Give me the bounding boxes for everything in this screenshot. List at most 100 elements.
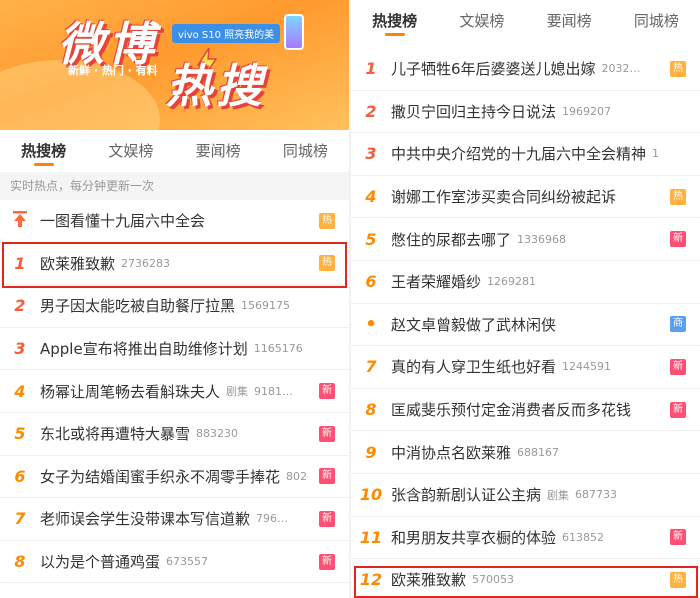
item-meta: 王者荣耀婚纱 1269281: [391, 271, 536, 292]
item-title[interactable]: 欧莱雅致歉: [391, 569, 466, 590]
rank-number: 7: [365, 357, 377, 377]
item-meta: 张含韵新剧认证公主病 剧集 687733: [391, 484, 617, 505]
hot-search-item[interactable]: 7 真的有人穿卫生纸也好看 1244591 新: [351, 346, 700, 389]
new-badge: 新: [319, 425, 335, 442]
item-meta: 和男朋友共享衣橱的体验 613852: [391, 527, 604, 548]
hot-search-item[interactable]: 2 男子因太能吃被自助餐厅拉黑 1569175: [0, 285, 349, 328]
item-heat-count: 2736283: [121, 256, 171, 270]
item-heat-count: 8024…: [286, 469, 308, 483]
rank-number: 2: [14, 296, 26, 316]
item-title[interactable]: Apple宣布将推出自助维修计划: [40, 338, 248, 359]
item-title[interactable]: 谢娜工作室涉买卖合同纠纷被起诉: [391, 186, 616, 207]
item-title[interactable]: 撒贝宁回归主持今日说法: [391, 101, 556, 122]
item-heat-count: 883230: [196, 427, 239, 441]
item-title[interactable]: 中消协点名欧莱雅: [391, 442, 511, 463]
tab-entertainment[interactable]: 文娱榜: [438, 0, 525, 42]
hot-badge: 热: [670, 188, 686, 205]
hot-search-list: 1 儿子牺牲6年后婆婆送儿媳出嫁 2032… 热 2 撒贝宁回归主持今日说法 1969207…: [351, 48, 700, 598]
hot-search-item[interactable]: 10 张含韵新剧认证公主病 剧集 687733: [351, 474, 700, 517]
hot-search-item[interactable]: 2 撒贝宁回归主持今日说法 1969207: [351, 91, 700, 134]
hot-search-item[interactable]: 5 东北或将再遭特大暴雪 883230 新: [0, 413, 349, 456]
item-heat-count: 688167: [517, 445, 560, 459]
rank-number: 9: [365, 442, 377, 462]
item-title[interactable]: 以为是个普通鸡蛋: [40, 551, 160, 572]
tab-hot-search[interactable]: 热搜榜: [0, 130, 87, 172]
new-badge: 新: [319, 510, 335, 527]
item-title[interactable]: 和男朋友共享衣橱的体验: [391, 527, 556, 548]
tab-bar: 热搜榜 文娱榜 要闻榜 同城榜: [0, 130, 349, 172]
item-meta: 儿子牺牲6年后婆婆送儿媳出嫁 2032…: [391, 58, 641, 79]
hot-search-item[interactable]: 1 欧莱雅致歉 2736283 热: [0, 243, 349, 286]
right-hot-search-panel: 热搜榜 文娱榜 要闻榜 同城榜 1 儿子牺牲6年后婆婆送儿媳出嫁 2032… 热 2 撒贝…: [351, 0, 700, 598]
item-title[interactable]: 东北或将再遭特大暴雪: [40, 423, 190, 444]
item-meta: 老师误会学生没带课本写信道歉 796…: [40, 508, 288, 529]
item-meta: 赵文卓曾毅做了武林闲侠: [391, 314, 556, 335]
hot-search-item[interactable]: 6 女子为结婚闺蜜手织永不凋零手捧花 8024… 新: [0, 456, 349, 499]
new-badge: 新: [670, 231, 686, 248]
item-meta: 男子因太能吃被自助餐厅拉黑 1569175: [40, 295, 290, 316]
hot-search-item[interactable]: 4 杨幂让周笔畅去看斛珠夫人 剧集 9181… 新: [0, 370, 349, 413]
item-title[interactable]: 老师误会学生没带课本写信道歉: [40, 508, 250, 529]
rank-number: 2: [365, 101, 377, 121]
hot-search-item[interactable]: • 赵文卓曾毅做了武林闲侠 商: [351, 304, 700, 347]
item-title[interactable]: 一图看懂十九届六中全会: [40, 210, 205, 231]
item-title[interactable]: 欧莱雅致歉: [40, 253, 115, 274]
new-badge: 新: [670, 529, 686, 546]
item-title[interactable]: 王者荣耀婚纱: [391, 271, 481, 292]
hot-badge: 热: [319, 255, 335, 272]
hot-search-item[interactable]: 8 以为是个普通鸡蛋 673557 新: [0, 541, 349, 584]
item-category: 剧集: [226, 385, 249, 399]
hot-search-item[interactable]: 4 谢娜工作室涉买卖合同纠纷被起诉 热: [351, 176, 700, 219]
phone-ad-icon: [284, 14, 304, 50]
tab-news[interactable]: 要闻榜: [526, 0, 613, 42]
tab-entertainment[interactable]: 文娱榜: [87, 130, 174, 172]
item-heat-count: 1569175: [241, 299, 291, 313]
item-heat-count: 673557: [166, 555, 209, 569]
item-heat-count: 1244591: [562, 360, 612, 374]
sponsor-ad-label[interactable]: vivo S10 照亮我的美: [172, 24, 281, 43]
hot-search-item[interactable]: 9 中消协点名欧莱雅 688167: [351, 431, 700, 474]
item-title[interactable]: 女子为结婚闺蜜手织永不凋零手捧花: [40, 466, 280, 487]
item-heat-count: 1336968: [517, 232, 567, 246]
item-title[interactable]: 杨幂让周笔畅去看斛珠夫人: [40, 381, 220, 402]
tab-local[interactable]: 同城榜: [613, 0, 700, 42]
item-title[interactable]: 匡威斐乐预付定金消费者反而多花钱: [391, 399, 631, 420]
tab-hot-search[interactable]: 热搜榜: [351, 0, 438, 42]
rank-number: 3: [365, 144, 377, 164]
hot-search-item[interactable]: 5 憋住的尿都去哪了 1336968 新: [351, 218, 700, 261]
hot-search-item[interactable]: 3 Apple宣布将推出自助维修计划 1165176: [0, 328, 349, 371]
item-title[interactable]: 赵文卓曾毅做了武林闲侠: [391, 314, 556, 335]
item-heat-count: 1969207: [562, 104, 612, 118]
rank-number: 8: [365, 400, 377, 420]
rank-number: 6: [365, 272, 377, 292]
hot-search-list: 一图看懂十九届六中全会热 1 欧莱雅致歉 2736283 热 2 男子因太能吃被自助餐厅拉黑…: [0, 200, 349, 584]
item-meta: 东北或将再遭特大暴雪 883230: [40, 423, 238, 444]
item-title[interactable]: 真的有人穿卫生纸也好看: [391, 356, 556, 377]
rank-number: 10: [359, 485, 383, 505]
tab-news[interactable]: 要闻榜: [175, 130, 262, 172]
hot-search-item[interactable]: 3 中共中央介绍党的十九届六中全会精神 1…: [351, 133, 700, 176]
item-title[interactable]: 儿子牺牲6年后婆婆送儿媳出嫁: [391, 58, 596, 79]
item-title[interactable]: 憋住的尿都去哪了: [391, 229, 511, 250]
hot-search-item[interactable]: 7 老师误会学生没带课本写信道歉 796… 新: [0, 498, 349, 541]
hot-search-item[interactable]: 一图看懂十九届六中全会 热: [0, 200, 349, 243]
item-category: 剧集: [547, 488, 570, 502]
tab-local[interactable]: 同城榜: [262, 130, 349, 172]
item-heat-count: 687733: [575, 488, 618, 502]
hot-search-item[interactable]: 11 和男朋友共享衣橱的体验 613852 新: [351, 517, 700, 560]
item-meta: 女子为结婚闺蜜手织永不凋零手捧花 8024…: [40, 466, 308, 487]
item-title[interactable]: 男子因太能吃被自助餐厅拉黑: [40, 295, 235, 316]
hot-search-item[interactable]: 12 欧莱雅致歉 570053 热: [351, 559, 700, 598]
hot-search-item[interactable]: 8 匡威斐乐预付定金消费者反而多花钱 新: [351, 389, 700, 432]
new-badge: 新: [319, 553, 335, 570]
weibo-hot-search-banner[interactable]: 微博 vivo S10 照亮我的美 新鲜 · 热门 · 有料 热搜: [0, 0, 349, 130]
banner-slogan: 新鲜 · 热门 · 有料: [68, 64, 158, 77]
item-title[interactable]: 张含韵新剧认证公主病: [391, 484, 541, 505]
item-heat-count: 796…: [256, 512, 289, 526]
item-meta: 撒贝宁回归主持今日说法 1969207: [391, 101, 611, 122]
item-title[interactable]: 中共中央介绍党的十九届六中全会精神: [391, 143, 646, 164]
tab-bar: 热搜榜 文娱榜 要闻榜 同城榜: [351, 0, 700, 42]
hot-search-item[interactable]: 6 王者荣耀婚纱 1269281: [351, 261, 700, 304]
hot-search-item[interactable]: 1 儿子牺牲6年后婆婆送儿媳出嫁 2032… 热: [351, 48, 700, 91]
hot-search-logo-text: 热搜: [166, 59, 266, 113]
